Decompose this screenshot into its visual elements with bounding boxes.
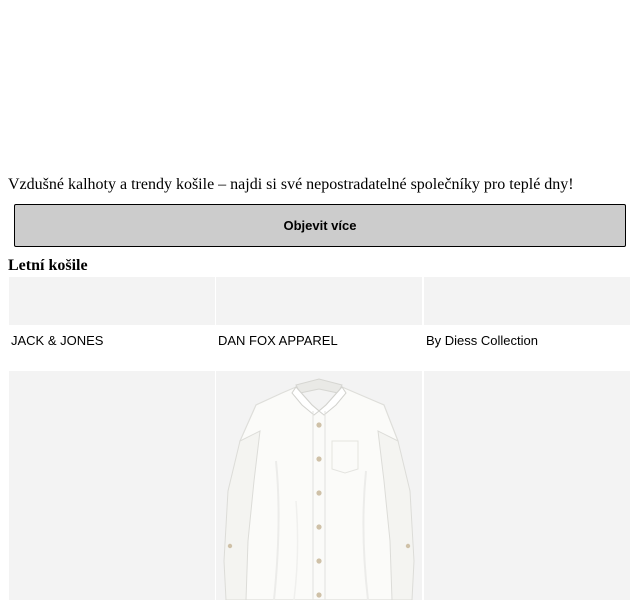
product-card[interactable] xyxy=(9,371,215,600)
brand-logo-tile xyxy=(424,277,630,325)
intro-text: Vzdušné kalhoty a trendy košile – najdi … xyxy=(8,176,574,193)
brand-name: DAN FOX APPAREL xyxy=(218,333,338,348)
white-shirt-image xyxy=(223,378,415,600)
brand-logo-tile xyxy=(9,277,215,325)
section-title: Letní košile xyxy=(8,257,88,274)
discover-more-button[interactable]: Objevit více xyxy=(14,204,626,247)
brand-logo-tile xyxy=(216,277,422,325)
product-card[interactable] xyxy=(424,371,630,600)
product-image-placeholder xyxy=(424,371,630,600)
product-image-placeholder xyxy=(9,371,215,600)
brand-card-jack-jones[interactable]: JACK & JONES xyxy=(9,277,215,357)
brand-name: By Diess Collection xyxy=(426,333,538,348)
brand-card-dan-fox[interactable]: DAN FOX APPAREL xyxy=(216,277,422,357)
hero-banner-area xyxy=(0,0,640,170)
product-card[interactable] xyxy=(216,371,422,600)
brand-name: JACK & JONES xyxy=(11,333,104,348)
brand-card-diess-collection[interactable]: By Diess Collection xyxy=(424,277,630,357)
